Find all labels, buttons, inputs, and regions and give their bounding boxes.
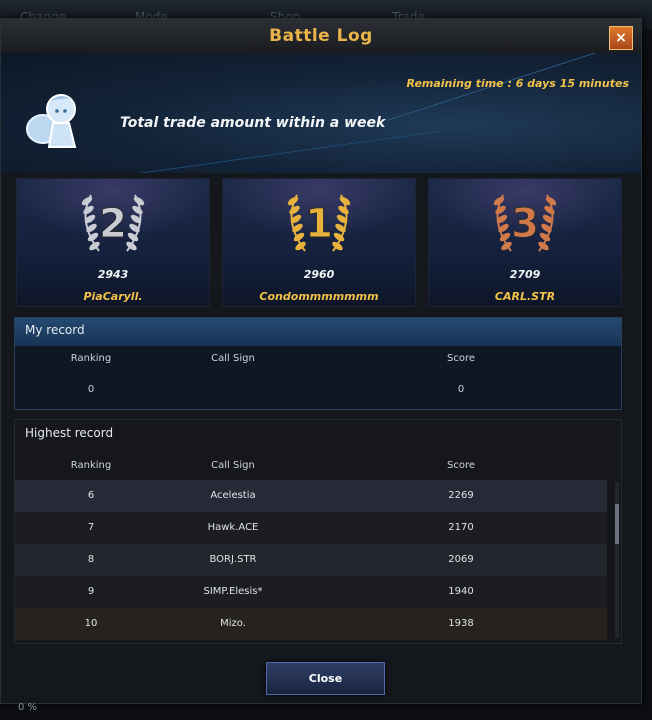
my-score: 0	[457, 384, 465, 395]
podium-rank-number: 3	[511, 201, 539, 247]
table-row[interactable]: 9 SIMP.Elesis* 1940	[15, 576, 607, 608]
podium-rank-number: 2	[99, 201, 127, 247]
my-record-title: My record	[25, 323, 85, 337]
col-call-sign: Call Sign	[211, 460, 255, 471]
podium-card-rank-3: 3 2709 CARL.STR	[428, 178, 622, 307]
row-ranking: 9	[87, 586, 95, 597]
row-score: 2269	[448, 490, 474, 501]
podium-score: 2943	[97, 268, 129, 281]
event-subtitle: Total trade amount within a week	[120, 115, 386, 131]
laurel-icon: 1	[287, 194, 351, 252]
podium-score: 2960	[303, 268, 335, 281]
highest-record-title: Highest record	[25, 426, 114, 440]
col-ranking: Ranking	[70, 353, 112, 364]
col-score: Score	[446, 353, 475, 364]
my-record-panel: My record Ranking Call Sign Score 0 0	[14, 317, 622, 410]
highest-record-panel: Highest record Ranking Call Sign Score 6…	[14, 419, 622, 644]
podium-name: PiaCaryll.	[83, 290, 143, 303]
laurel-icon: 3	[493, 194, 557, 252]
row-ranking: 8	[87, 554, 95, 565]
scrollbar-thumb[interactable]	[615, 504, 619, 544]
row-call-sign: Acelestia	[210, 490, 256, 501]
progress-percent: 0 %	[18, 702, 38, 713]
row-ranking: 6	[87, 490, 95, 501]
window-title: Battle Log	[269, 26, 373, 46]
col-score: Score	[446, 460, 475, 471]
podium-name: CARL.STR	[494, 290, 556, 303]
podium-score: 2709	[509, 268, 541, 281]
podium-card-rank-1: 1 2960 Condommmmmmm	[222, 178, 416, 307]
row-call-sign: BORJ.STR	[209, 554, 257, 565]
podium-name: Condommmmmmm	[259, 290, 379, 303]
laurel-icon: 2	[81, 194, 145, 252]
row-ranking: 10	[84, 618, 98, 629]
row-score: 1940	[448, 586, 474, 597]
remaining-time: Remaining time : 6 days 15 minutes	[406, 77, 629, 90]
podium-rank-number: 1	[305, 201, 333, 247]
my-ranking: 0	[87, 384, 95, 395]
decor-line	[122, 130, 440, 173]
row-call-sign: Hawk.ACE	[207, 522, 259, 533]
row-score: 2170	[448, 522, 474, 533]
col-call-sign: Call Sign	[211, 353, 255, 364]
row-ranking: 7	[87, 522, 95, 533]
my-record-header: My record	[15, 318, 621, 346]
table-row[interactable]: 6 Acelestia 2269	[15, 480, 607, 512]
table-row[interactable]: 10 Mizo. 1938	[15, 608, 607, 640]
event-header: Remaining time : 6 days 15 minutes Total…	[1, 53, 641, 173]
row-score: 1938	[448, 618, 474, 629]
trader-character-icon	[26, 94, 77, 148]
row-call-sign: SIMP.Elesis*	[203, 586, 263, 597]
table-row[interactable]: 8 BORJ.STR 2069	[15, 544, 607, 576]
podium-card-rank-2: 2 2943 PiaCaryll.	[16, 178, 210, 307]
col-ranking: Ranking	[70, 460, 112, 471]
row-score: 2069	[448, 554, 474, 565]
row-call-sign: Mizo.	[220, 618, 246, 629]
table-row[interactable]: 7 Hawk.ACE 2170	[15, 512, 607, 544]
battle-log-window: Battle Log × Remaining time : 6 days 15 …	[0, 18, 642, 704]
scrollbar[interactable]	[615, 482, 619, 638]
close-icon[interactable]: ×	[609, 26, 633, 50]
title-bar: Battle Log ×	[1, 19, 641, 54]
close-button[interactable]: Close	[266, 662, 385, 695]
